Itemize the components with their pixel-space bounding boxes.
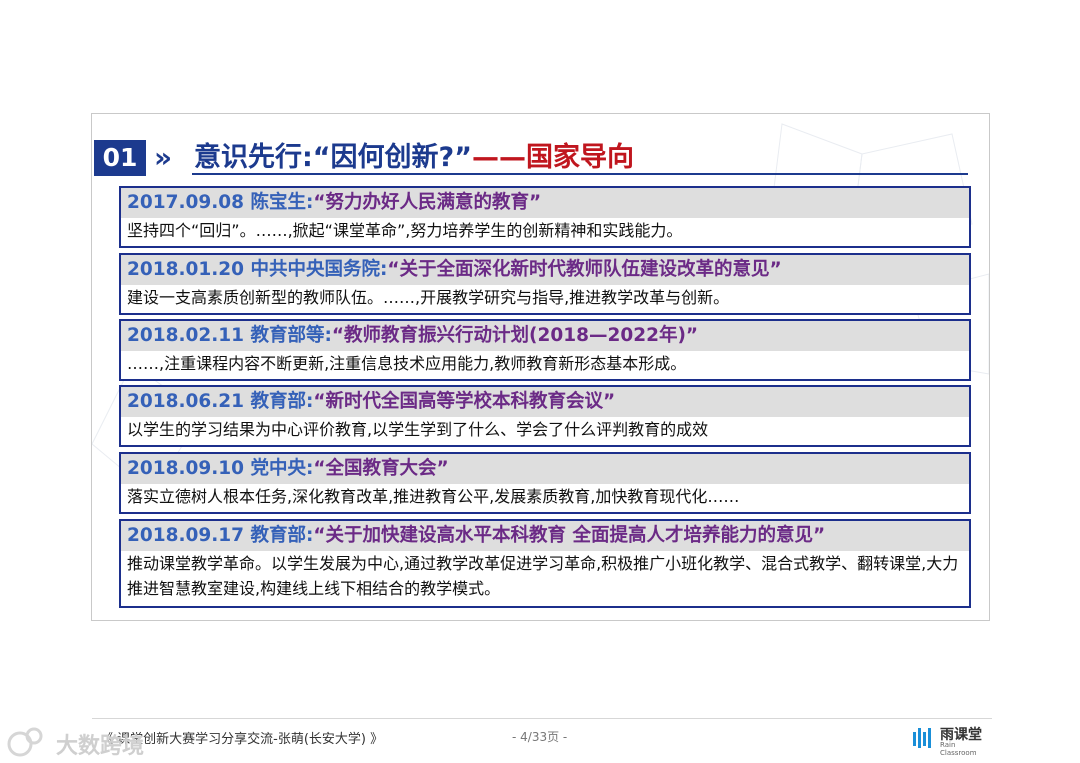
card-heading: 2018.09.17 教育部:“关于加快建设高水平本科教育 全面提高人才培养能力…	[121, 521, 969, 551]
card-body: 以学生的学习结果为中心评价教育,以学生学到了什么、学会了什么评判教育的成效	[127, 420, 709, 439]
policy-card: 2018.01.20 中共中央国务院:“关于全面深化新时代教师队伍建设改革的意见…	[119, 253, 971, 315]
page-indicator: - 4/33页 -	[512, 730, 568, 744]
card-heading: 2018.02.11 教育部等:“教师教育振兴行动计划(2018—2022年)”	[121, 321, 969, 351]
card-body: 建设一支高素质创新型的教师队伍。……,开展教学研究与指导,推进教学改革与创新。	[127, 288, 730, 307]
policy-card: 2018.06.21 教育部:“新时代全国高等学校本科教育会议” 以学生的学习结…	[119, 385, 971, 447]
policy-card: 2018.02.11 教育部等:“教师教育振兴行动计划(2018—2022年)”…	[119, 319, 971, 381]
rain-classroom-icon	[913, 728, 931, 748]
watermark: 大数跨境	[6, 724, 156, 760]
card-quote: “新时代全国高等学校本科教育会议”	[313, 391, 616, 412]
title-accent: ——国家导向	[471, 142, 634, 173]
section-header: 01 » 意识先行:“因何创新?”——国家导向	[94, 140, 974, 176]
section-number: 01	[94, 140, 146, 176]
card-date: 2018.06.21 教育部:	[127, 391, 314, 412]
card-quote: “努力办好人民满意的教育”	[313, 192, 542, 213]
card-quote: “全国教育大会”	[313, 458, 449, 479]
card-date: 2018.09.10 党中央:	[127, 458, 314, 479]
card-date: 2018.01.20 中共中央国务院:	[127, 259, 388, 280]
rain-classroom-logo: 雨课堂 Rain Classroom	[912, 724, 992, 757]
brand-subtitle: Rain Classroom	[940, 741, 977, 757]
title-main: 意识先行:“因何创新?”	[194, 142, 472, 173]
slide: 01 » 意识先行:“因何创新?”——国家导向 2017.09.08 陈宝生:“…	[91, 113, 990, 621]
card-body: 坚持四个“回归”。……,掀起“课堂革命”,努力培养学生的创新精神和实践能力。	[127, 221, 683, 240]
policy-card: 2018.09.17 教育部:“关于加快建设高水平本科教育 全面提高人才培养能力…	[119, 519, 971, 608]
card-heading: 2018.01.20 中共中央国务院:“关于全面深化新时代教师队伍建设改革的意见…	[121, 255, 969, 285]
card-heading: 2017.09.08 陈宝生:“努力办好人民满意的教育”	[121, 188, 969, 218]
double-chevron-icon: »	[154, 141, 173, 174]
title-underline	[192, 173, 968, 175]
card-body: 推动课堂教学革命。以学生发展为中心,通过教学改革促进学习革命,积极推广小班化教学…	[127, 554, 959, 598]
footer-divider	[92, 718, 992, 719]
watermark-logo-icon	[7, 727, 43, 757]
policy-card: 2018.09.10 党中央:“全国教育大会” 落实立德树人根本任务,深化教育改…	[119, 452, 971, 514]
slide-title: 意识先行:“因何创新?”——国家导向	[194, 140, 634, 176]
card-date: 2018.09.17 教育部:	[127, 525, 314, 546]
watermark-text: 大数跨境	[56, 734, 145, 759]
card-heading: 2018.06.21 教育部:“新时代全国高等学校本科教育会议”	[121, 387, 969, 417]
card-heading: 2018.09.10 党中央:“全国教育大会”	[121, 454, 969, 484]
card-body: 落实立德树人根本任务,深化教育改革,推进教育公平,发展素质教育,加快教育现代化……	[127, 487, 740, 506]
policy-card: 2017.09.08 陈宝生:“努力办好人民满意的教育” 坚持四个“回归”。………	[119, 186, 971, 248]
card-date: 2018.02.11 教育部等:	[127, 325, 332, 346]
card-body: ……,注重课程内容不断更新,注重信息技术应用能力,教师教育新形态基本形成。	[127, 354, 687, 373]
card-date: 2017.09.08 陈宝生:	[127, 192, 314, 213]
card-quote: “关于全面深化新时代教师队伍建设改革的意见”	[387, 259, 782, 280]
card-quote: “关于加快建设高水平本科教育 全面提高人才培养能力的意见”	[313, 525, 826, 546]
card-quote: “教师教育振兴行动计划(2018—2022年)”	[331, 325, 699, 346]
